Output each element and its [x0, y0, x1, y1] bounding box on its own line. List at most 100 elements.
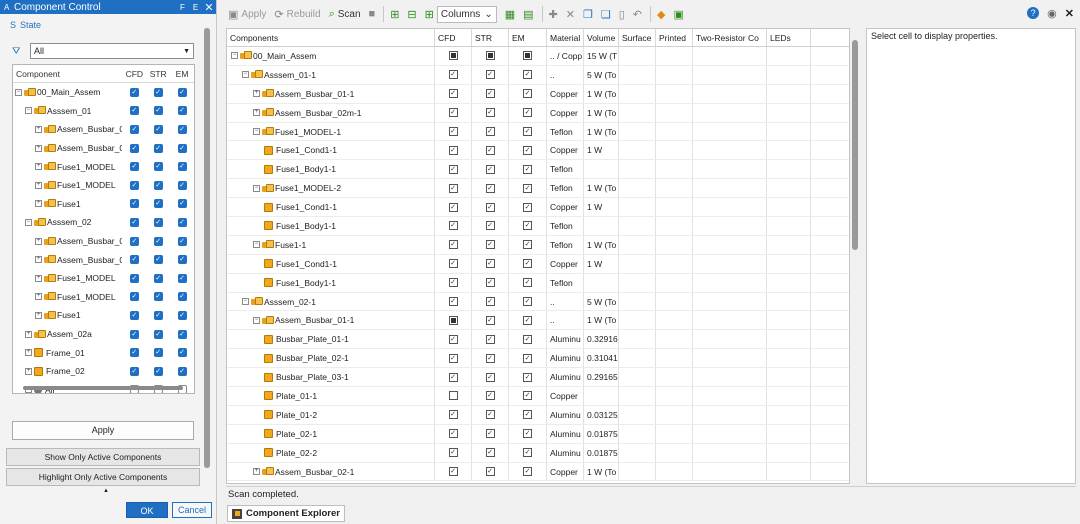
- two-resistor-cell[interactable]: [693, 254, 767, 273]
- str-checkbox[interactable]: ✓: [153, 199, 163, 209]
- component-row[interactable]: − Asssem_02 ✓ ✓ ✓: [13, 213, 194, 232]
- material-cell[interactable]: ..: [547, 292, 584, 311]
- paste-special-button[interactable]: ▯: [619, 8, 625, 21]
- printed-cell[interactable]: [656, 424, 693, 443]
- component-cell[interactable]: Busbar_Plate_03-1: [227, 368, 435, 387]
- component-cell[interactable]: + Assem_Busbar_02-1: [227, 462, 435, 481]
- grid-row[interactable]: Fuse1_Cond1-1 ✓ ✓ ✓ Copper 1 W: [227, 254, 849, 274]
- em-checkbox[interactable]: ✓: [523, 240, 532, 250]
- float-button[interactable]: F: [176, 3, 189, 12]
- printed-cell[interactable]: [656, 65, 693, 84]
- cfd-checkbox[interactable]: [448, 51, 458, 61]
- material-cell[interactable]: Teflon: [547, 179, 584, 198]
- collapse-icon[interactable]: −: [253, 128, 260, 135]
- str-checkbox[interactable]: ✓: [485, 372, 495, 382]
- component-row[interactable]: + Fuse1_MODEL ✓ ✓ ✓: [13, 288, 194, 307]
- expand-icon[interactable]: +: [253, 468, 260, 476]
- two-resistor-cell[interactable]: [693, 122, 767, 141]
- cfd-checkbox[interactable]: ✓: [448, 164, 458, 174]
- apply-button[interactable]: Apply: [12, 421, 194, 440]
- surface-cell[interactable]: [619, 84, 656, 103]
- volume-cell[interactable]: 1 W (To: [584, 103, 619, 122]
- component-row[interactable]: + Assem_Busbar_0 ✓ ✓ ✓: [13, 250, 194, 269]
- em-checkbox[interactable]: ✓: [523, 334, 532, 344]
- expand-button[interactable]: E: [189, 3, 202, 12]
- cfd-checkbox[interactable]: ✓: [129, 162, 139, 172]
- expand-icon[interactable]: +: [253, 109, 260, 117]
- em-checkbox[interactable]: ✓: [523, 259, 532, 269]
- component-cell[interactable]: Fuse1_Cond1-1: [227, 198, 435, 217]
- material-cell[interactable]: Teflon: [547, 273, 584, 292]
- two-resistor-cell[interactable]: [693, 179, 767, 198]
- expand-icon[interactable]: +: [25, 330, 32, 338]
- component-cell[interactable]: Fuse1_Body1-1: [227, 160, 435, 179]
- column-header-volume[interactable]: Volume: [584, 29, 619, 46]
- surface-cell[interactable]: [619, 141, 656, 160]
- two-resistor-cell[interactable]: [693, 405, 767, 424]
- expand-icon[interactable]: +: [35, 181, 42, 189]
- printed-cell[interactable]: [656, 122, 693, 141]
- em-checkbox[interactable]: ✓: [523, 297, 532, 307]
- volume-cell[interactable]: 1 W: [584, 141, 619, 160]
- apply-toolbar-button[interactable]: ▣ Apply: [228, 8, 266, 21]
- cfd-checkbox[interactable]: ✓: [448, 334, 458, 344]
- help-icon[interactable]: ?: [1027, 7, 1040, 19]
- expand-icon[interactable]: +: [35, 274, 42, 282]
- em-checkbox[interactable]: ✓: [177, 162, 187, 172]
- material-cell[interactable]: Copper: [547, 198, 584, 217]
- component-cell[interactable]: Plate_01-2: [227, 405, 435, 424]
- component-cell[interactable]: Plate_02-2: [227, 443, 435, 462]
- leds-cell[interactable]: [767, 273, 811, 292]
- cfd-checkbox[interactable]: ✓: [448, 240, 458, 250]
- str-checkbox[interactable]: ✓: [485, 353, 495, 363]
- material-cell[interactable]: ..: [547, 65, 584, 84]
- component-cell[interactable]: Busbar_Plate_02-1: [227, 349, 435, 368]
- printed-cell[interactable]: [656, 387, 693, 405]
- close-icon[interactable]: ✕: [1065, 7, 1074, 20]
- leds-cell[interactable]: [767, 160, 811, 179]
- two-resistor-cell[interactable]: [693, 65, 767, 84]
- em-checkbox[interactable]: ✓: [177, 180, 187, 190]
- collapse-icon[interactable]: −: [242, 71, 249, 79]
- em-checkbox[interactable]: ✓: [523, 372, 532, 382]
- em-checkbox[interactable]: ✓: [177, 124, 187, 134]
- component-cell[interactable]: − Asssem_02-1: [227, 292, 435, 311]
- str-checkbox[interactable]: ✓: [153, 124, 163, 134]
- cfd-checkbox[interactable]: ✓: [448, 410, 458, 420]
- printed-cell[interactable]: [656, 217, 693, 235]
- volume-cell[interactable]: [584, 160, 619, 179]
- surface-cell[interactable]: [619, 368, 656, 387]
- two-resistor-cell[interactable]: [693, 311, 767, 330]
- printed-cell[interactable]: [656, 292, 693, 311]
- str-checkbox[interactable]: ✓: [153, 329, 163, 339]
- str-checkbox[interactable]: ✓: [153, 255, 163, 265]
- em-checkbox[interactable]: ✓: [523, 410, 532, 420]
- two-resistor-cell[interactable]: [693, 84, 767, 103]
- report-button[interactable]: ▣: [673, 8, 683, 21]
- leds-cell[interactable]: [767, 141, 811, 160]
- column-header-material[interactable]: Material: [547, 29, 584, 46]
- material-cell[interactable]: Teflon: [547, 160, 584, 179]
- two-resistor-cell[interactable]: [693, 235, 767, 254]
- printed-cell[interactable]: [656, 160, 693, 179]
- str-checkbox[interactable]: ✓: [485, 315, 495, 325]
- cfd-checkbox[interactable]: ✓: [129, 199, 139, 209]
- ok-button[interactable]: OK: [126, 502, 168, 518]
- expand-icon[interactable]: +: [35, 256, 42, 264]
- cfd-checkbox[interactable]: ✓: [129, 273, 139, 283]
- str-checkbox[interactable]: ✓: [485, 259, 495, 269]
- grid-row[interactable]: + Assem_Busbar_01-1 ✓ ✓ ✓ Copper 1 W (To: [227, 84, 849, 104]
- str-checkbox[interactable]: ✓: [153, 217, 163, 227]
- cfd-checkbox[interactable]: [448, 391, 458, 401]
- printed-cell[interactable]: [656, 254, 693, 273]
- expand-icon[interactable]: +: [35, 237, 42, 245]
- collapse-icon[interactable]: −: [242, 298, 249, 306]
- str-checkbox[interactable]: ✓: [153, 106, 163, 116]
- grid-row[interactable]: + Assem_Busbar_02m-1 ✓ ✓ ✓ Copper 1 W (To: [227, 103, 849, 123]
- printed-cell[interactable]: [656, 443, 693, 462]
- component-cell[interactable]: Fuse1_Cond1-1: [227, 141, 435, 160]
- cfd-checkbox[interactable]: ✓: [129, 180, 139, 190]
- cfd-checkbox[interactable]: ✓: [448, 259, 458, 269]
- leds-cell[interactable]: [767, 387, 811, 405]
- em-checkbox[interactable]: ✓: [523, 467, 532, 477]
